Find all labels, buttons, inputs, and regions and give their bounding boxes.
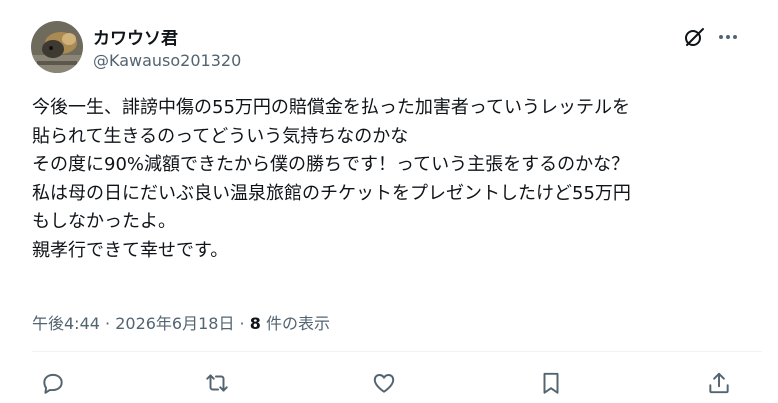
views-link[interactable]: 8 件の表示: [250, 314, 330, 333]
author-handle[interactable]: @Kawauso201320: [93, 51, 241, 70]
meta-separator: ·: [234, 314, 250, 333]
tweet-text: 今後一生、誹謗中傷の55万円の賠償金を払った加害者っていうレッテルを 貼られて生…: [32, 94, 762, 265]
tweet-meta: 午後4:44 · 2026年6月18日 · 8 件の表示: [32, 310, 330, 334]
avatar[interactable]: [31, 21, 83, 73]
more-icon[interactable]: [716, 25, 740, 49]
tweet-text-line: 今後一生、誹謗中傷の55万円の賠償金を払った加害者っていうレッテルを: [32, 97, 631, 118]
tweet-text-line: 私は母の日にだいぶ良い温泉旅館のチケットをプレゼントしたけど55万円: [32, 182, 631, 204]
author-display-name[interactable]: カワウソ君: [93, 24, 178, 49]
divider: [32, 351, 762, 352]
tweet-card: カワウソ君 @Kawauso201320 今後一生、誹謗中傷の55万円の賠償金を…: [0, 0, 778, 403]
tweet-text-line: その度に90%減額できたから僕の勝ちです！っていう主張をするのかな？: [32, 154, 630, 175]
meta-separator: ·: [99, 314, 116, 333]
tweet-text-line: 親孝行できて幸せです。: [32, 239, 229, 261]
retweet-icon[interactable]: [204, 370, 230, 396]
views-count: 8: [249, 314, 261, 333]
tweet-date[interactable]: 2026年6月18日: [115, 314, 234, 333]
tweet-text-line: もしなかったよ。: [32, 211, 176, 232]
tweet-text-line: 貼られて生きるのってどういう気持ちなのかな: [32, 125, 409, 147]
grok-icon[interactable]: [682, 25, 706, 49]
bookmark-icon[interactable]: [538, 370, 564, 396]
share-icon[interactable]: [706, 370, 732, 396]
like-icon[interactable]: [371, 370, 397, 396]
views-label: 件の表示: [265, 314, 330, 333]
tweet-time[interactable]: 午後4:44: [32, 314, 100, 333]
reply-icon[interactable]: [40, 370, 66, 396]
